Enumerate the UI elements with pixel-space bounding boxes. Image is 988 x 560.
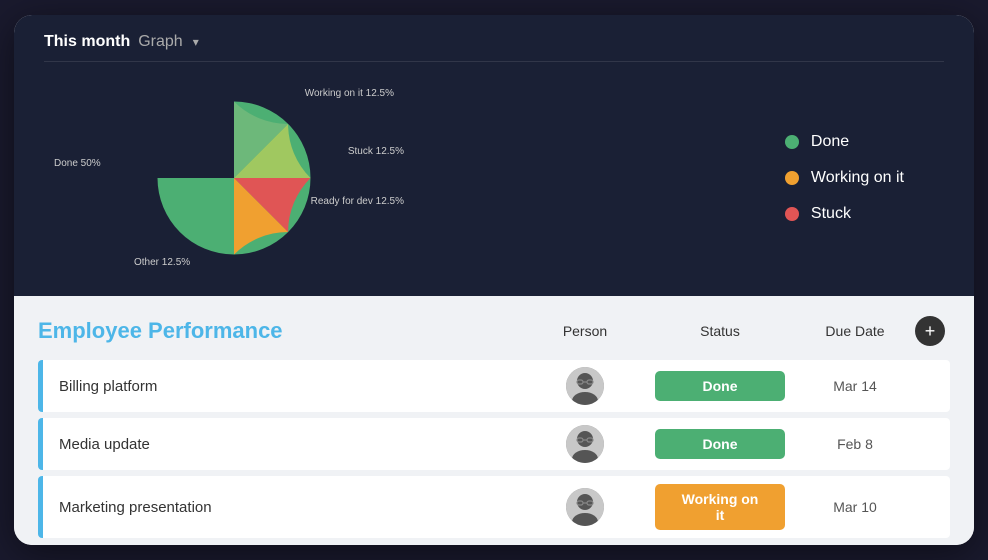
device-frame: This month Graph ▾ bbox=[14, 15, 974, 545]
legend-dot-working bbox=[785, 171, 799, 185]
duedate-cell-3: Mar 10 bbox=[800, 499, 910, 515]
add-task-button[interactable]: + bbox=[915, 316, 945, 346]
avatar-svg-3 bbox=[566, 488, 604, 526]
legend-label-stuck: Stuck bbox=[811, 205, 851, 223]
table-row: Marketing presentation Working on it Mar bbox=[38, 476, 950, 538]
task-name-1: Billing platform bbox=[43, 364, 530, 409]
task-name-3: Marketing presentation bbox=[43, 485, 530, 530]
chart-body: Working on it 12.5% Stuck 12.5% Ready fo… bbox=[44, 78, 944, 278]
column-header-duedate: Due Date bbox=[800, 323, 910, 339]
legend-dot-done bbox=[785, 135, 799, 149]
legend-label-done: Done bbox=[811, 133, 849, 151]
add-button-container: + bbox=[910, 316, 950, 346]
legend-item-stuck: Stuck bbox=[785, 205, 904, 223]
chart-title-normal: Graph bbox=[138, 33, 182, 51]
chart-legend: Done Working on it Stuck bbox=[785, 133, 944, 223]
status-cell-3: Working on it bbox=[640, 476, 800, 538]
person-cell-3 bbox=[530, 488, 640, 526]
avatar-3 bbox=[566, 488, 604, 526]
status-cell-2: Done bbox=[640, 421, 800, 467]
chart-section: This month Graph ▾ bbox=[14, 15, 974, 296]
duedate-cell-1: Mar 14 bbox=[800, 378, 910, 394]
table-header-row: Employee Performance Person Status Due D… bbox=[38, 316, 950, 346]
table-title: Employee Performance bbox=[38, 318, 530, 344]
person-cell-1 bbox=[530, 367, 640, 405]
label-stuck: Stuck 12.5% bbox=[348, 146, 404, 157]
column-header-person: Person bbox=[530, 323, 640, 339]
legend-dot-stuck bbox=[785, 207, 799, 221]
status-cell-1: Done bbox=[640, 363, 800, 409]
pie-chart-container: Working on it 12.5% Stuck 12.5% Ready fo… bbox=[44, 78, 424, 278]
status-badge-3: Working on it bbox=[655, 484, 785, 530]
chart-dropdown-arrow[interactable]: ▾ bbox=[193, 35, 199, 49]
avatar-2 bbox=[566, 425, 604, 463]
chart-title-bold: This month bbox=[44, 33, 130, 51]
avatar-1 bbox=[566, 367, 604, 405]
column-header-status: Status bbox=[640, 323, 800, 339]
duedate-cell-2: Feb 8 bbox=[800, 436, 910, 452]
legend-label-working: Working on it bbox=[811, 169, 904, 187]
task-name-2: Media update bbox=[43, 422, 530, 467]
person-cell-2 bbox=[530, 425, 640, 463]
status-badge-1: Done bbox=[655, 371, 785, 401]
legend-item-done: Done bbox=[785, 133, 904, 151]
legend-item-working: Working on it bbox=[785, 169, 904, 187]
table-row: Media update Done Feb 8 bbox=[38, 418, 950, 470]
avatar-svg-2 bbox=[566, 425, 604, 463]
table-row: Billing platform Done Mar 1 bbox=[38, 360, 950, 412]
pie-chart-svg bbox=[149, 93, 319, 263]
status-badge-2: Done bbox=[655, 429, 785, 459]
table-section: Employee Performance Person Status Due D… bbox=[14, 296, 974, 545]
label-done: Done 50% bbox=[54, 158, 101, 169]
avatar-svg-1 bbox=[566, 367, 604, 405]
label-ready-for-dev: Ready for dev 12.5% bbox=[311, 196, 404, 207]
chart-header: This month Graph ▾ bbox=[44, 33, 944, 62]
